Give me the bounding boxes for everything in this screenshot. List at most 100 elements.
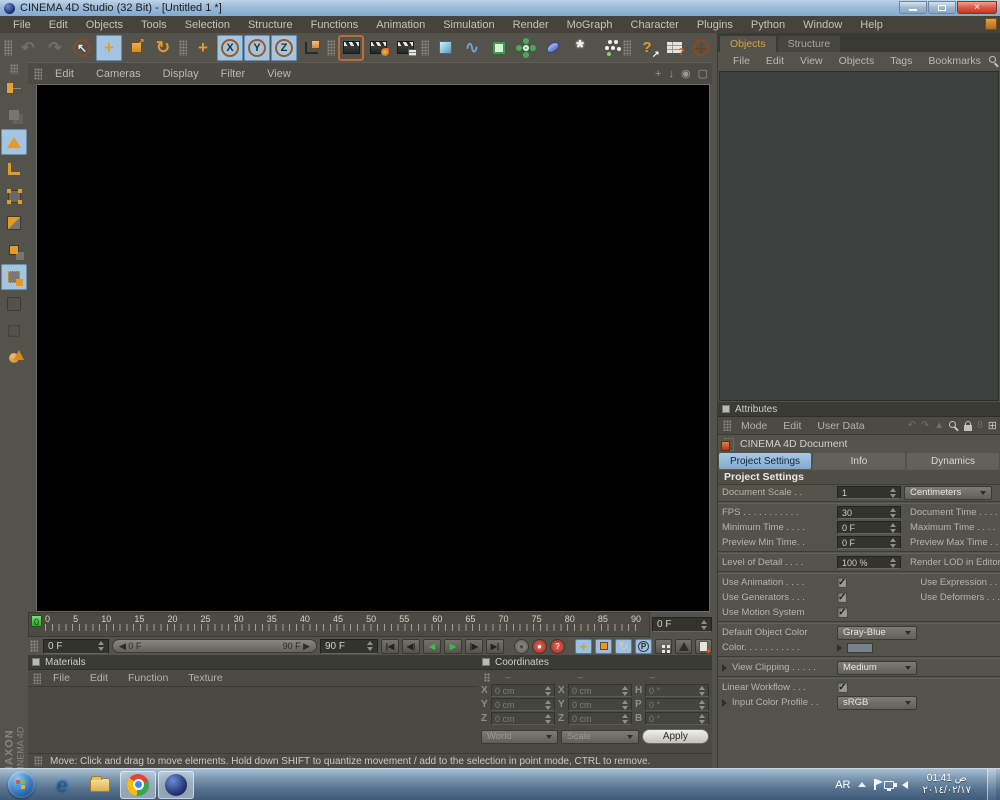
materials-titlebar[interactable]: Materials — [28, 655, 478, 670]
maximize-button[interactable] — [928, 1, 956, 14]
render-settings-button[interactable] — [392, 35, 418, 61]
spinner-icon[interactable] — [889, 508, 896, 518]
search-icon[interactable] — [949, 421, 959, 431]
lock-y-button[interactable]: Y — [244, 35, 270, 61]
add-mograph-button[interactable] — [513, 35, 539, 61]
layout-button[interactable] — [1, 75, 27, 101]
texture-mode-button[interactable] — [1, 291, 27, 317]
toggle-view-icon[interactable]: ▢ — [698, 67, 708, 80]
dolly-view-icon[interactable]: ↓ — [668, 68, 674, 80]
menu-animation[interactable]: Animation — [367, 19, 434, 31]
viewport-menu-view[interactable]: View — [256, 68, 302, 80]
spinner-icon[interactable] — [621, 686, 628, 696]
materials-menu-edit[interactable]: Edit — [80, 672, 118, 684]
spinner-icon[interactable] — [889, 488, 896, 498]
language-indicator[interactable]: AR — [835, 779, 850, 791]
view-clipping-dropdown[interactable]: Medium — [837, 661, 917, 675]
min-frame-field[interactable]: 0 F — [43, 639, 109, 654]
show-hidden-icons[interactable] — [858, 782, 866, 787]
rotate-tool-button[interactable]: ↻ — [150, 35, 176, 61]
current-frame-field[interactable]: 0 F — [652, 617, 712, 632]
redo-button[interactable]: ↷ — [42, 35, 68, 61]
linear-workflow-checkbox[interactable]: ✓ — [837, 682, 848, 693]
lock-icon[interactable] — [964, 425, 972, 431]
object-tree[interactable] — [719, 71, 999, 401]
viewport-menu-edit[interactable]: Edit — [44, 68, 85, 80]
add-panel-icon[interactable]: ⊞ — [988, 419, 997, 432]
history-forward-icon[interactable]: ↷ — [921, 420, 929, 431]
network-icon[interactable] — [884, 781, 894, 789]
size-mode-dropdown[interactable]: Scale — [561, 730, 638, 744]
spinner-icon[interactable] — [698, 700, 705, 710]
record-button[interactable]: ● — [514, 639, 529, 654]
rot-b-field[interactable]: 0 ° — [645, 712, 709, 725]
apply-button[interactable]: Apply — [642, 729, 709, 744]
attributes-grip[interactable] — [723, 420, 731, 431]
expander-icon[interactable] — [722, 664, 727, 672]
input-profile-dropdown[interactable]: sRGB — [837, 696, 917, 710]
lock-x-button[interactable]: X — [217, 35, 243, 61]
play-backwards-button[interactable]: ◀ — [423, 639, 441, 654]
size-z-field[interactable]: 0 cm — [568, 712, 632, 725]
record-rotation-button[interactable]: ↻ — [615, 639, 632, 654]
next-frame-button[interactable]: |▶ — [465, 639, 483, 654]
spinner-icon[interactable] — [621, 714, 628, 724]
menu-objects[interactable]: Objects — [77, 19, 132, 31]
layout-icon[interactable] — [985, 18, 997, 30]
attributes-titlebar[interactable]: Attributes — [718, 402, 1000, 417]
palette-grip[interactable] — [10, 64, 18, 74]
toolbar-grip[interactable] — [179, 40, 187, 56]
size-x-field[interactable]: 0 cm — [568, 684, 632, 697]
tab-structure[interactable]: Structure — [778, 36, 841, 52]
menu-mograph[interactable]: MoGraph — [558, 19, 622, 31]
spinner-icon[interactable] — [621, 700, 628, 710]
viewport-menu-display[interactable]: Display — [152, 68, 210, 80]
help-button[interactable]: ? — [634, 35, 660, 61]
lod-field[interactable]: 100 % — [837, 556, 901, 569]
add-deformer-button[interactable] — [540, 35, 566, 61]
edges-mode-button[interactable] — [1, 210, 27, 236]
spinner-icon[interactable] — [97, 641, 104, 651]
attr-menu-edit[interactable]: Edit — [775, 420, 809, 432]
coordinate-space-dropdown[interactable]: World — [481, 730, 558, 744]
spinner-icon[interactable] — [889, 523, 896, 533]
spinner-icon[interactable] — [544, 700, 551, 710]
menu-functions[interactable]: Functions — [302, 19, 368, 31]
last-tool-button[interactable]: + — [190, 35, 216, 61]
spinner-icon[interactable] — [889, 538, 896, 548]
viewport-menu-filter[interactable]: Filter — [210, 68, 256, 80]
rotate-view-icon[interactable]: ◉ — [681, 67, 691, 80]
materials-menu-file[interactable]: File — [43, 672, 80, 684]
history-back-icon[interactable]: ↶ — [908, 420, 916, 431]
close-button[interactable]: × — [957, 1, 997, 14]
timeline-scrollbar[interactable]: ◀ 0 F 90 F ▶ — [112, 639, 317, 653]
menu-window[interactable]: Window — [794, 19, 851, 31]
attr-menu-mode[interactable]: Mode — [733, 420, 775, 432]
add-particles-button[interactable] — [594, 35, 620, 61]
menu-plugins[interactable]: Plugins — [688, 19, 742, 31]
keyframe-selection-button[interactable]: ? — [550, 639, 565, 654]
start-button[interactable] — [8, 771, 35, 798]
toolbar-grip[interactable] — [327, 40, 335, 56]
document-scale-field[interactable]: 1 — [837, 486, 901, 499]
add-spline-button[interactable]: ∿ — [459, 35, 485, 61]
object-axis-button[interactable] — [1, 156, 27, 182]
content-browser-button[interactable]: ? — [661, 35, 687, 61]
attr-menu-userdata[interactable]: User Data — [809, 420, 872, 432]
viewport-grip[interactable] — [34, 68, 42, 80]
show-desktop-button[interactable] — [987, 769, 996, 800]
viewport-canvas[interactable] — [36, 84, 710, 612]
add-keyframe-button[interactable] — [695, 639, 712, 654]
pos-y-field[interactable]: 0 cm — [491, 698, 555, 711]
document-row[interactable]: CINEMA 4D Document — [718, 435, 1000, 453]
pos-z-field[interactable]: 0 cm — [491, 712, 555, 725]
previous-frame-button[interactable]: ◀| — [402, 639, 420, 654]
parent-icon[interactable]: ▲ — [934, 420, 944, 431]
taskbar-chrome[interactable] — [120, 771, 156, 799]
play-forwards-button[interactable]: ▶ — [444, 639, 462, 654]
spinner-icon[interactable] — [698, 714, 705, 724]
minimize-button[interactable] — [899, 1, 927, 14]
viewport-menu-cameras[interactable]: Cameras — [85, 68, 152, 80]
taskbar-ie[interactable]: e — [44, 771, 80, 799]
add-environment-button[interactable]: * — [567, 35, 593, 61]
